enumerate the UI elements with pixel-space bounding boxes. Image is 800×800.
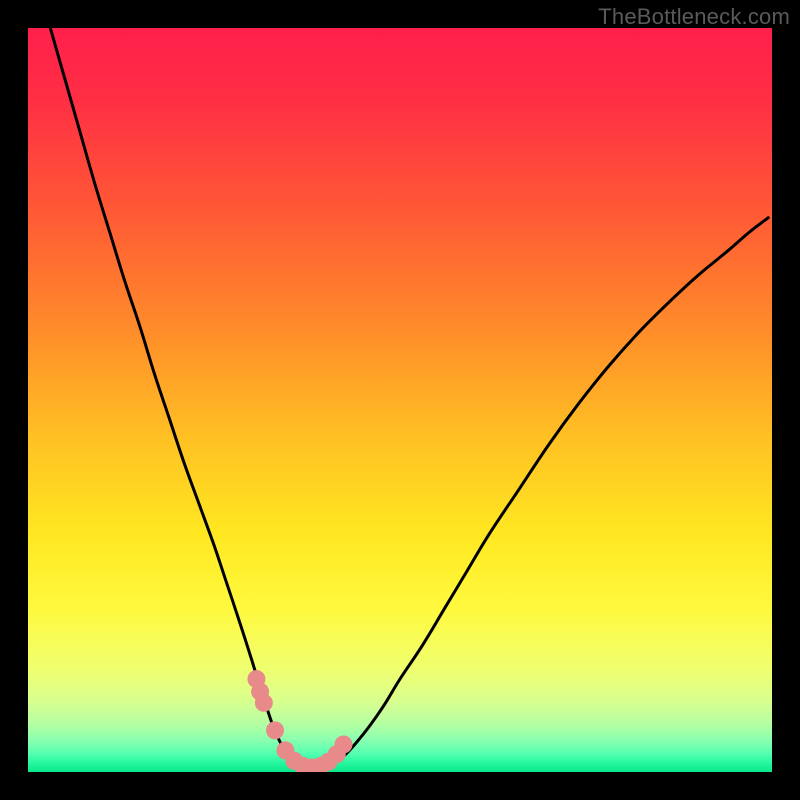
data-marker — [255, 694, 273, 712]
chart-frame: TheBottleneck.com — [0, 0, 800, 800]
chart-svg — [28, 28, 772, 772]
data-marker — [334, 735, 352, 753]
gradient-background — [28, 28, 772, 772]
watermark-text: TheBottleneck.com — [598, 4, 790, 30]
data-marker — [266, 721, 284, 739]
plot-area — [28, 28, 772, 772]
